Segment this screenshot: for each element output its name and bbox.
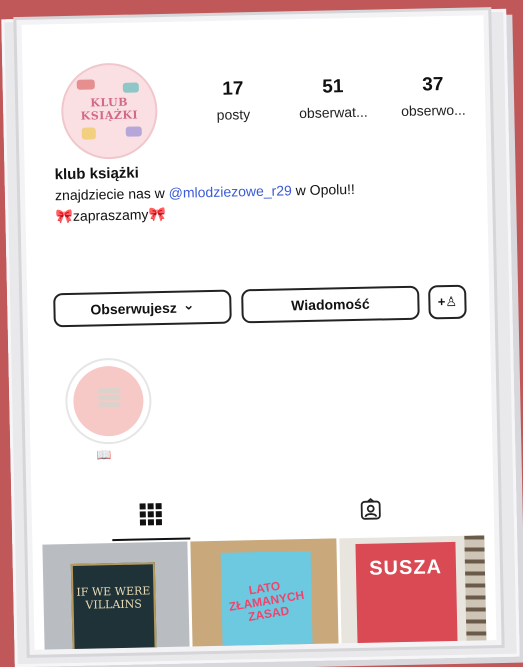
post-thumbnail[interactable]: LATO ZŁAMANYCH ZASAD xyxy=(190,538,339,650)
bio-handle-link[interactable]: @mlodziezowe_r29 xyxy=(169,182,292,201)
message-label: Wiadomość xyxy=(291,295,370,314)
add-person-button[interactable]: +♙ xyxy=(428,284,467,320)
profile-bio-line1: znajdziecie nas w @mlodziezowe_r29 w Opo… xyxy=(55,181,355,203)
avatar[interactable]: KLUB KSIĄŻKI xyxy=(60,62,159,161)
book-doodle-icon xyxy=(81,127,96,140)
stat-following-label: obserwo... xyxy=(400,101,466,119)
profile-stats: 17 posty 51 obserwat... 37 obserwo... xyxy=(183,73,484,123)
bio-prefix: znajdziecie nas w xyxy=(54,184,169,204)
following-button[interactable]: Obserwujesz ⌄ xyxy=(53,289,232,328)
avatar-logo-text: KLUB KSIĄŻKI xyxy=(80,95,139,123)
following-label: Obserwujesz xyxy=(90,299,177,318)
book-doodle-icon xyxy=(125,126,142,137)
stat-posts-label: posty xyxy=(216,106,251,123)
stat-followers-count: 51 xyxy=(322,76,344,98)
message-button[interactable]: Wiadomość xyxy=(241,285,420,324)
posts-grid: IF WE WERE VILLAINS LATO ZŁAMANYCH ZASAD… xyxy=(42,535,487,650)
stat-posts[interactable]: 17 posty xyxy=(183,77,284,123)
stat-followers[interactable]: 51 obserwat... xyxy=(283,75,384,121)
bow-icon: 🎀 xyxy=(55,207,74,225)
post-thumbnail[interactable]: IF WE WERE VILLAINS xyxy=(42,541,190,650)
book-cover: IF WE WERE VILLAINS xyxy=(70,562,157,650)
chevron-down-icon: ⌄ xyxy=(182,295,195,313)
phone-screen: KLUB KSIĄŻKI 17 posty 51 obserwat... 37 … xyxy=(21,15,497,650)
highlight-label: 📖 xyxy=(96,448,112,463)
book-title: IF WE WERE VILLAINS xyxy=(76,584,151,612)
book-cover: LATO ZŁAMANYCH ZASAD xyxy=(220,550,313,650)
book-doodle-icon xyxy=(76,79,95,90)
stat-posts-count: 17 xyxy=(222,78,244,100)
stat-followers-label: obserwat... xyxy=(298,103,368,122)
profile-page: KLUB KSIĄŻKI 17 posty 51 obserwat... 37 … xyxy=(32,25,487,650)
book-doodle-icon xyxy=(122,82,139,93)
book-title: LATO ZŁAMANYCH ZASAD xyxy=(228,578,306,624)
add-person-icon: +♙ xyxy=(437,293,458,310)
book-cover: SUSZA xyxy=(355,541,458,649)
post-thumbnail[interactable]: SUSZA xyxy=(338,535,487,649)
tab-tagged[interactable] xyxy=(331,485,410,535)
tab-posts-grid[interactable] xyxy=(111,489,191,542)
tagged-person-icon xyxy=(360,498,381,520)
story-highlight[interactable] xyxy=(64,357,153,446)
book-title: SUSZA xyxy=(368,556,443,580)
stat-following[interactable]: 37 obserwo... xyxy=(383,73,484,119)
bow-icon: 🎀 xyxy=(148,205,167,223)
book-stack-icon xyxy=(98,387,121,412)
stat-following-count: 37 xyxy=(422,74,444,96)
profile-tabs xyxy=(41,483,484,542)
grid-icon xyxy=(139,503,163,526)
bio-invite: zapraszamy xyxy=(72,206,149,224)
profile-name: klub książki xyxy=(54,164,140,184)
profile-bio-line2: 🎀zapraszamy🎀 xyxy=(55,206,166,225)
highlight-cover xyxy=(72,365,145,437)
bookshelf xyxy=(464,535,487,646)
bio-suffix: w Opolu!! xyxy=(291,180,355,199)
